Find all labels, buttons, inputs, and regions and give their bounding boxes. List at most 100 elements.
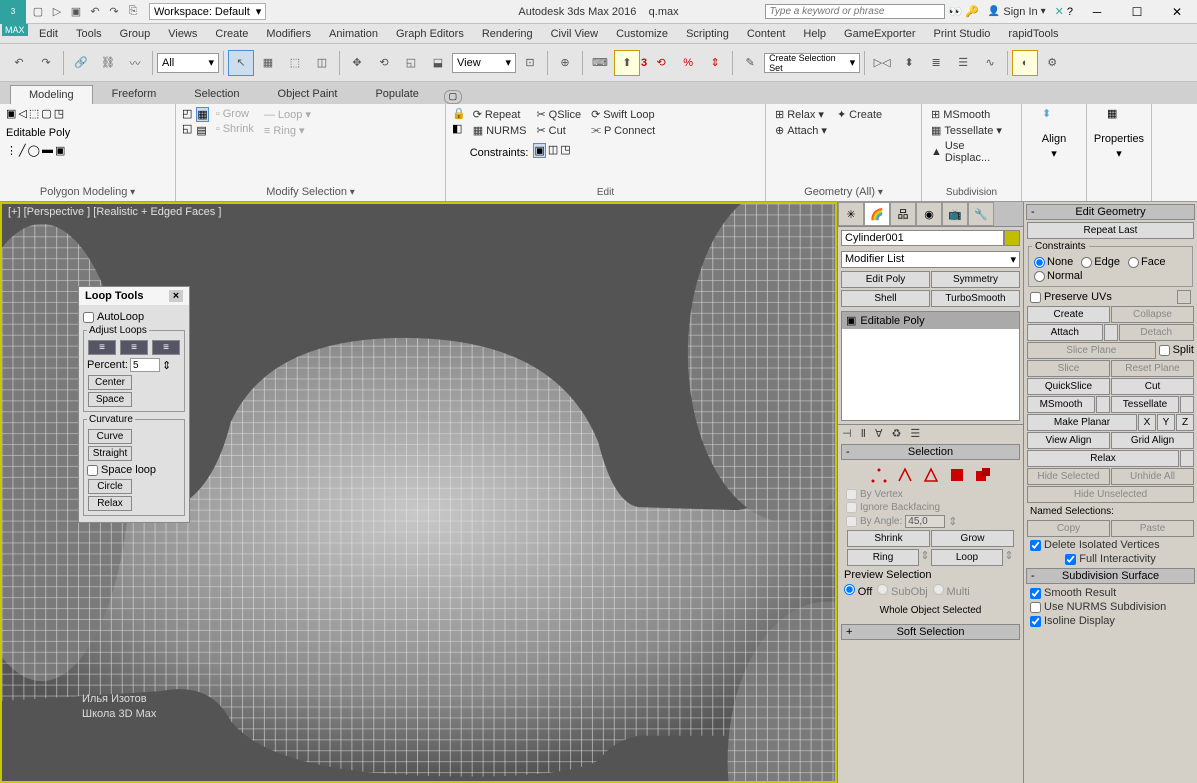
so-vertex-icon[interactable] <box>870 466 888 484</box>
qslice-button[interactable]: ✂ QSlice <box>533 107 584 122</box>
close-icon[interactable]: × <box>169 290 183 302</box>
constraint-none-radio[interactable] <box>1034 257 1045 268</box>
constraint-edge-radio[interactable] <box>1081 257 1092 268</box>
snap-toggle-button[interactable]: ⬆ <box>614 50 640 76</box>
attach-settings[interactable] <box>1104 324 1118 341</box>
edit-icon-2[interactable]: ◧ <box>452 122 466 135</box>
quickslice-button[interactable]: QuickSlice <box>1027 378 1110 395</box>
rollout-selection[interactable]: Selection <box>841 444 1020 460</box>
menu-create[interactable]: Create <box>206 26 257 42</box>
menu-rapidtools[interactable]: rapidTools <box>999 26 1067 42</box>
nurms-button[interactable]: ▦ NURMS <box>470 123 530 138</box>
adjust-icon-1[interactable]: ≡ <box>88 340 116 355</box>
menu-civil-view[interactable]: Civil View <box>542 26 607 42</box>
workspace-dropdown[interactable]: Workspace: Default▾ <box>149 3 266 20</box>
rollout-soft-selection[interactable]: Soft Selection <box>841 624 1020 640</box>
constraint-edge-icon[interactable]: ◫ <box>548 143 558 158</box>
loop-tools-titlebar[interactable]: Loop Tools × <box>79 287 189 305</box>
rollout-subdivision-surface[interactable]: Subdivision Surface <box>1026 568 1195 584</box>
planar-x-button[interactable]: X <box>1138 414 1156 431</box>
rollout-edit-geometry[interactable]: Edit Geometry <box>1026 204 1195 220</box>
make-unique-icon[interactable]: ∀ <box>875 427 883 440</box>
rect-region-button[interactable]: ⬚ <box>282 50 308 76</box>
grow-button[interactable]: ▫ Grow <box>213 107 257 121</box>
so-edge-icon[interactable] <box>896 466 914 484</box>
use-nurms-checkbox[interactable] <box>1030 602 1041 613</box>
space-loop-checkbox[interactable] <box>87 465 98 476</box>
so-polygon-icon[interactable]: ▬ <box>42 144 53 157</box>
attach-button[interactable]: Attach <box>1027 324 1103 341</box>
object-color-swatch[interactable] <box>1004 230 1020 246</box>
turbosmooth-button[interactable]: TurboSmooth <box>931 290 1020 307</box>
adjust-icon-2[interactable]: ≡ <box>120 340 148 355</box>
angle-snap-button[interactable]: ⟲ <box>648 50 674 76</box>
repeat-last-button[interactable]: Repeat Last <box>1027 222 1194 239</box>
poly-icon-2[interactable]: ◁ <box>18 107 26 120</box>
p-connect-button[interactable]: ⫘ P Connect <box>588 123 658 138</box>
show-end-result-icon[interactable]: Ⅱ <box>861 427 866 440</box>
ms-icon-3[interactable]: ▦ <box>196 107 208 122</box>
sign-in-button[interactable]: 👤 Sign In ▾ <box>988 6 1046 18</box>
msmooth-button[interactable]: MSmooth <box>1027 396 1095 413</box>
ms-icon-2[interactable]: ◱ <box>182 122 192 135</box>
select-rotate-button[interactable]: ⟲ <box>371 50 397 76</box>
tab-display-icon[interactable]: 📺 <box>942 202 968 226</box>
minimize-button[interactable]: ─ <box>1077 0 1117 24</box>
so-edge-icon[interactable]: ╱ <box>19 144 26 157</box>
straight-button[interactable]: Straight <box>88 446 132 461</box>
planar-z-button[interactable]: Z <box>1176 414 1194 431</box>
menu-edit[interactable]: Edit <box>30 26 67 42</box>
poly-icon-5[interactable]: ◳ <box>54 107 64 120</box>
menu-animation[interactable]: Animation <box>320 26 387 42</box>
ring-button[interactable]: ≡ Ring ▾ <box>261 123 314 138</box>
poly-icon-3[interactable]: ⬚ <box>29 107 39 120</box>
split-checkbox[interactable] <box>1159 345 1170 356</box>
create-button[interactable]: Create <box>1027 306 1110 323</box>
menu-modifiers[interactable]: Modifiers <box>257 26 320 42</box>
tab-motion-icon[interactable]: ◉ <box>916 202 942 226</box>
new-icon[interactable]: ▢ <box>29 3 47 21</box>
preserve-uvs-settings[interactable] <box>1177 290 1191 304</box>
menu-print-studio[interactable]: Print Studio <box>925 26 1000 42</box>
named-selection-set-dropdown[interactable]: Create Selection Set▾ <box>764 53 860 73</box>
menu-customize[interactable]: Customize <box>607 26 677 42</box>
pin-stack-icon[interactable]: ⊣ <box>842 427 852 440</box>
select-move-button[interactable]: ✥ <box>344 50 370 76</box>
align-button[interactable]: ⬍ <box>896 50 922 76</box>
tab-utilities-icon[interactable]: 🔧 <box>968 202 994 226</box>
save-icon[interactable]: ▣ <box>67 3 85 21</box>
properties-bigbutton[interactable]: ▦ Properties▾ <box>1093 107 1145 160</box>
window-crossing-button[interactable]: ◫ <box>309 50 335 76</box>
grid-align-button[interactable]: Grid Align <box>1111 432 1194 449</box>
space-button[interactable]: Space <box>88 392 132 407</box>
bind-icon[interactable]: 〰 <box>122 50 148 76</box>
maximize-button[interactable]: ☐ <box>1117 0 1157 24</box>
menu-tools[interactable]: Tools <box>67 26 111 42</box>
unlink-icon[interactable]: ⛓ <box>95 50 121 76</box>
loop-button[interactable]: Loop <box>931 549 1003 566</box>
undo-icon[interactable]: ↶ <box>86 3 104 21</box>
remove-modifier-icon[interactable]: ♻ <box>892 427 902 440</box>
smooth-result-checkbox[interactable] <box>1030 588 1041 599</box>
menu-group[interactable]: Group <box>111 26 160 42</box>
modifier-stack[interactable]: ▣ Editable Poly <box>841 311 1020 421</box>
select-scale-button[interactable]: ◱ <box>398 50 424 76</box>
exchange-icon[interactable]: ✕ <box>1055 5 1064 18</box>
ribbon-minimize-button[interactable]: ▢ <box>444 90 462 104</box>
help-icon[interactable]: ? <box>1067 6 1073 18</box>
percent-snap-button[interactable]: % <box>675 50 701 76</box>
close-button[interactable]: ✕ <box>1157 0 1197 24</box>
circle-button[interactable]: Circle <box>88 479 132 494</box>
ribbon-tab-populate[interactable]: Populate <box>356 84 437 104</box>
ribbon-tab-modeling[interactable]: Modeling <box>10 85 93 104</box>
grow-button[interactable]: Grow <box>931 530 1014 547</box>
menu-scripting[interactable]: Scripting <box>677 26 738 42</box>
delete-isolated-checkbox[interactable] <box>1030 540 1041 551</box>
spinner-icon[interactable]: ⇕ <box>162 359 171 372</box>
preserve-uvs-checkbox[interactable] <box>1030 292 1041 303</box>
configure-sets-icon[interactable]: ☰ <box>910 427 920 440</box>
relax-settings[interactable] <box>1180 450 1194 467</box>
spinner-snap-button[interactable]: ⇕ <box>702 50 728 76</box>
planar-y-button[interactable]: Y <box>1157 414 1175 431</box>
menu-content[interactable]: Content <box>738 26 795 42</box>
